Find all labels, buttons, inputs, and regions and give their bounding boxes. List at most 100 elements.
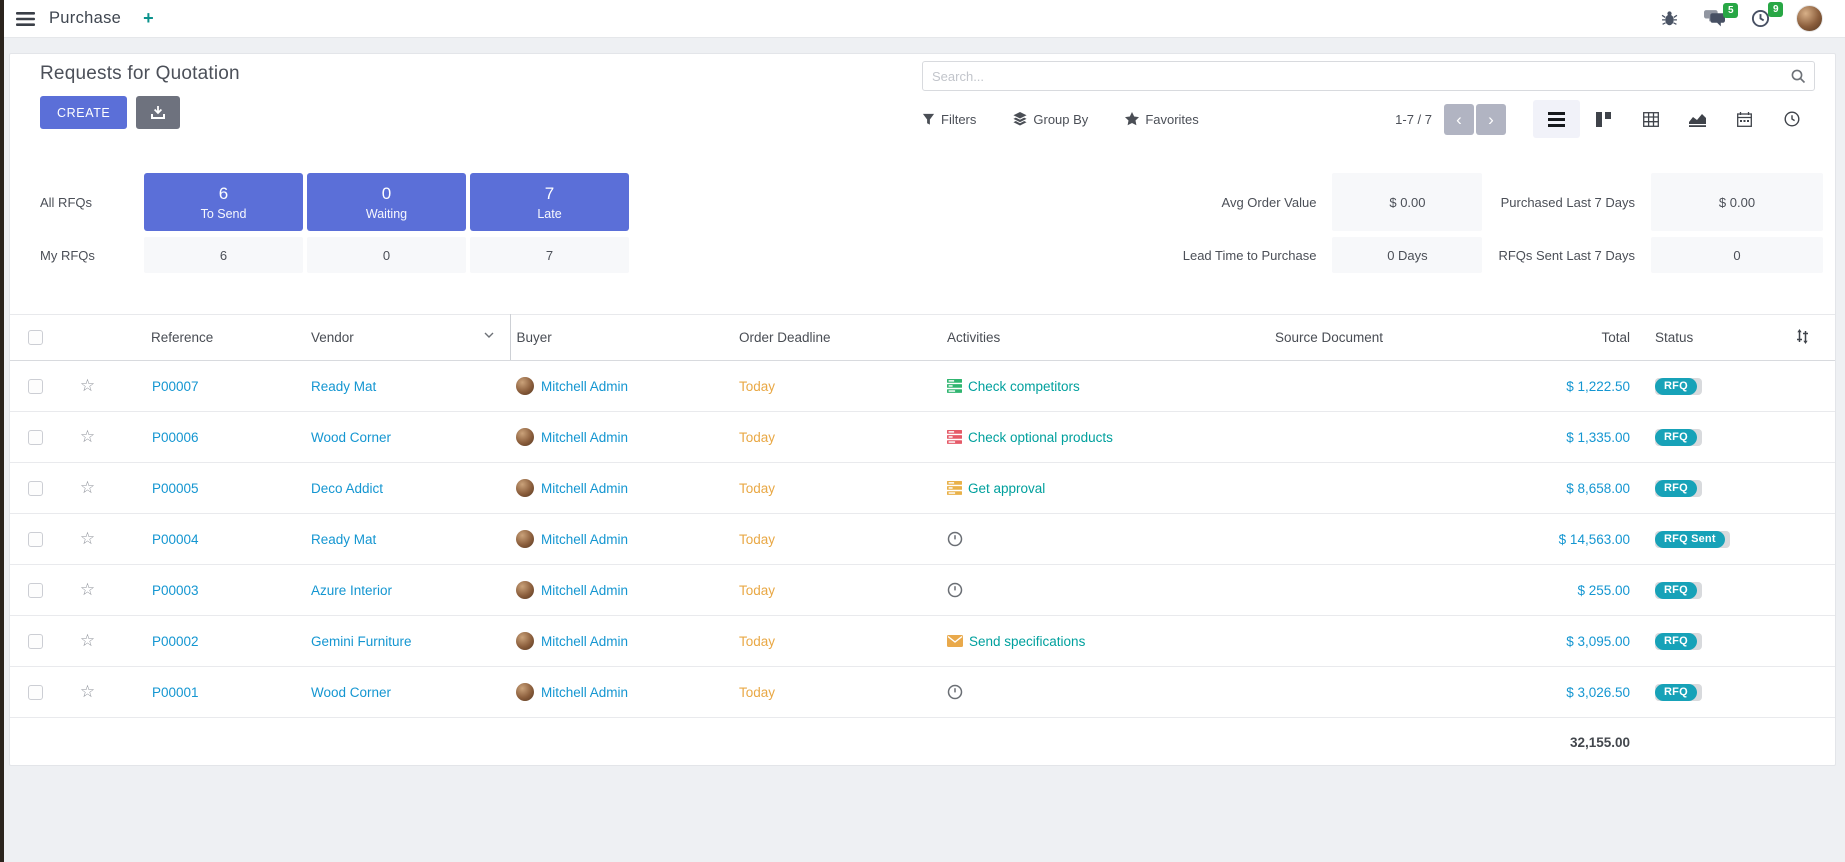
calendar-view-button[interactable]: [1721, 100, 1768, 138]
export-button[interactable]: [136, 96, 180, 129]
activity-link[interactable]: Send specifications: [969, 634, 1085, 649]
table-row[interactable]: ☆ P00003 Azure Interior Mitchell Admin T…: [10, 565, 1835, 616]
activities-clock-icon[interactable]: 9: [1751, 9, 1770, 28]
activity-link[interactable]: Check optional products: [968, 430, 1113, 445]
buyer-link[interactable]: Mitchell Admin: [541, 634, 628, 649]
favorite-star-icon[interactable]: ☆: [80, 427, 95, 446]
row-checkbox[interactable]: [28, 379, 43, 394]
reference-link[interactable]: P00004: [152, 532, 199, 547]
favorite-star-icon[interactable]: ☆: [80, 376, 95, 395]
group-by-button[interactable]: Group By: [1013, 112, 1088, 127]
reference-link[interactable]: P00001: [152, 685, 199, 700]
search-input[interactable]: [922, 61, 1815, 91]
column-header-activities[interactable]: Activities: [945, 315, 1275, 361]
vendor-link[interactable]: Ready Mat: [311, 379, 376, 394]
favorites-button[interactable]: Favorites: [1125, 112, 1198, 127]
source-document-cell: [1275, 361, 1525, 412]
reference-link[interactable]: P00005: [152, 481, 199, 496]
pager-prev-button[interactable]: ‹: [1444, 104, 1474, 135]
row-checkbox[interactable]: [28, 634, 43, 649]
filters-button[interactable]: Filters: [922, 112, 976, 127]
pager-next-button[interactable]: ›: [1476, 104, 1506, 135]
clock-icon[interactable]: [947, 582, 963, 598]
messages-icon[interactable]: 5: [1704, 10, 1725, 27]
buyer-link[interactable]: Mitchell Admin: [541, 379, 628, 394]
activity-link[interactable]: Get approval: [968, 481, 1045, 496]
total-amount: $ 1,335.00: [1566, 430, 1630, 445]
pivot-view-button[interactable]: [1627, 100, 1674, 138]
tasks-icon[interactable]: [947, 379, 962, 393]
column-header-order-deadline[interactable]: Order Deadline: [735, 315, 945, 361]
bucket-waiting-button[interactable]: 0 Waiting: [307, 173, 466, 231]
graph-view-button[interactable]: [1674, 100, 1721, 138]
column-header-status[interactable]: Status: [1640, 315, 1770, 361]
reference-link[interactable]: P00003: [152, 583, 199, 598]
search-icon[interactable]: [1790, 68, 1806, 89]
vendor-link[interactable]: Wood Corner: [311, 685, 391, 700]
control-panel-right: Filters Group By Favorites 1-7 / 7 ‹ ›: [922, 61, 1815, 138]
hamburger-menu-icon[interactable]: [16, 12, 35, 26]
column-header-vendor[interactable]: Vendor: [305, 315, 510, 361]
total-amount: $ 14,563.00: [1559, 532, 1630, 547]
buyer-link[interactable]: Mitchell Admin: [541, 685, 628, 700]
tasks-icon[interactable]: [947, 481, 962, 495]
reference-link[interactable]: P00006: [152, 430, 199, 445]
row-checkbox[interactable]: [28, 430, 43, 445]
buyer-link[interactable]: Mitchell Admin: [541, 583, 628, 598]
table-row[interactable]: ☆ P00005 Deco Addict Mitchell Admin Toda…: [10, 463, 1835, 514]
clock-icon[interactable]: [947, 531, 963, 547]
column-header-reference[interactable]: Reference: [115, 315, 305, 361]
favorite-star-icon[interactable]: ☆: [80, 631, 95, 650]
column-header-buyer[interactable]: Buyer: [510, 315, 735, 361]
vendor-link[interactable]: Gemini Furniture: [311, 634, 412, 649]
create-button[interactable]: CREATE: [40, 96, 127, 129]
my-waiting-cell[interactable]: 0: [307, 237, 466, 273]
chevron-down-icon[interactable]: [484, 332, 494, 338]
my-to-send-cell[interactable]: 6: [144, 237, 303, 273]
buyer-avatar: [516, 683, 534, 701]
tasks-icon[interactable]: [947, 430, 962, 444]
table-header-row: Reference Vendor Buyer Order Deadline Ac…: [10, 315, 1835, 361]
user-avatar[interactable]: [1796, 5, 1823, 32]
table-row[interactable]: ☆ P00007 Ready Mat Mitchell Admin Today …: [10, 361, 1835, 412]
buyer-link[interactable]: Mitchell Admin: [541, 481, 628, 496]
reference-link[interactable]: P00002: [152, 634, 199, 649]
buyer-link[interactable]: Mitchell Admin: [541, 532, 628, 547]
table-row[interactable]: ☆ P00004 Ready Mat Mitchell Admin Today …: [10, 514, 1835, 565]
row-checkbox[interactable]: [28, 685, 43, 700]
favorite-star-icon[interactable]: ☆: [80, 580, 95, 599]
select-all-checkbox[interactable]: [28, 330, 43, 345]
row-checkbox[interactable]: [28, 532, 43, 547]
bucket-to-send-button[interactable]: 6 To Send: [144, 173, 303, 231]
activity-link[interactable]: Check competitors: [968, 379, 1080, 394]
envelope-icon[interactable]: [947, 635, 963, 647]
vendor-link[interactable]: Wood Corner: [311, 430, 391, 445]
debug-bug-icon[interactable]: [1661, 11, 1678, 26]
table-row[interactable]: ☆ P00001 Wood Corner Mitchell Admin Toda…: [10, 667, 1835, 718]
activity-view-button[interactable]: [1768, 100, 1815, 138]
add-tab-button[interactable]: +: [143, 8, 154, 29]
row-checkbox[interactable]: [28, 481, 43, 496]
app-name[interactable]: Purchase: [49, 9, 121, 28]
column-header-total[interactable]: Total: [1525, 315, 1640, 361]
favorite-star-icon[interactable]: ☆: [80, 682, 95, 701]
reference-link[interactable]: P00007: [152, 379, 199, 394]
favorite-star-icon[interactable]: ☆: [80, 529, 95, 548]
table-row[interactable]: ☆ P00006 Wood Corner Mitchell Admin Toda…: [10, 412, 1835, 463]
status-badge: RFQ: [1655, 378, 1702, 395]
column-header-source-document[interactable]: Source Document: [1275, 315, 1525, 361]
vendor-link[interactable]: Deco Addict: [311, 481, 383, 496]
clock-icon[interactable]: [947, 684, 963, 700]
kanban-view-button[interactable]: [1580, 100, 1627, 138]
my-late-cell[interactable]: 7: [470, 237, 629, 273]
table-row[interactable]: ☆ P00002 Gemini Furniture Mitchell Admin…: [10, 616, 1835, 667]
bucket-late-button[interactable]: 7 Late: [470, 173, 629, 231]
vendor-link[interactable]: Ready Mat: [311, 532, 376, 547]
row-checkbox[interactable]: [28, 583, 43, 598]
list-view-button[interactable]: [1533, 100, 1580, 138]
buyer-link[interactable]: Mitchell Admin: [541, 430, 628, 445]
vendor-link[interactable]: Azure Interior: [311, 583, 392, 598]
stat-label: Avg Order Value: [1183, 173, 1317, 231]
favorite-star-icon[interactable]: ☆: [80, 478, 95, 497]
optional-columns-icon[interactable]: [1795, 329, 1810, 344]
